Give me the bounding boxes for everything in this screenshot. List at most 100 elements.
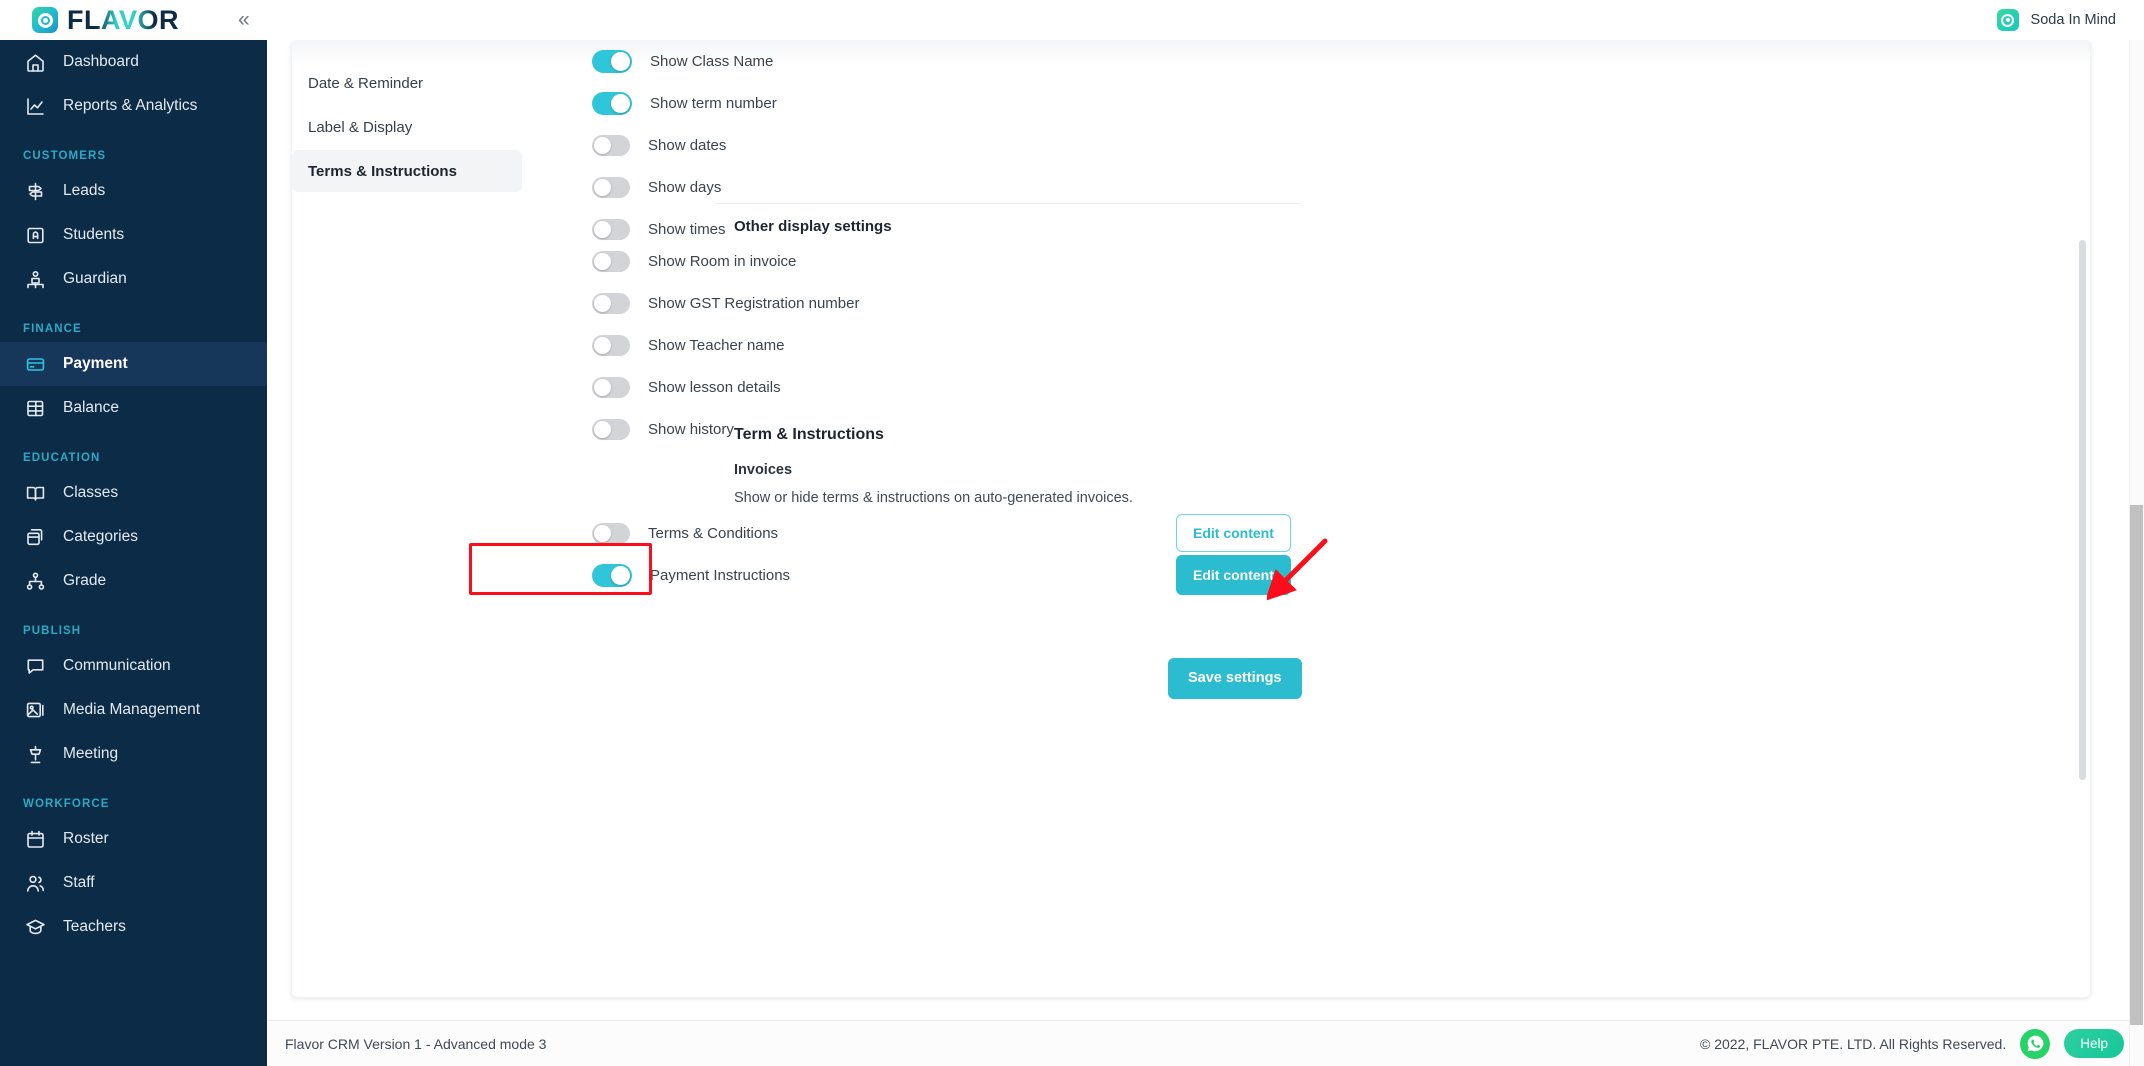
help-button[interactable]: Help <box>2064 1029 2124 1058</box>
sidebar-item-label: Meeting <box>63 745 119 762</box>
brand-wordmark: FLAVOR <box>67 4 179 35</box>
sidebar-item-label: Balance <box>63 399 120 416</box>
toggle-label: Show days <box>648 178 722 196</box>
toggle-row: Show dates <box>522 124 1522 166</box>
soda-in-mind-logo-icon <box>1996 9 2019 31</box>
toggle-switch[interactable] <box>592 176 630 198</box>
toggle-row: Show Teacher name <box>522 324 1522 366</box>
toggle-switch[interactable] <box>592 49 632 73</box>
subnav-item-terms-instructions[interactable]: Terms & Instructions <box>292 150 522 192</box>
sidebar-item-meeting[interactable]: Meeting <box>0 732 267 776</box>
terms-heading: Term & Instructions <box>734 426 884 443</box>
sidebar-item-reports-analytics[interactable]: Reports & Analytics <box>0 84 267 128</box>
hierarchy-icon <box>25 571 46 592</box>
brand-logo[interactable]: FLAVOR <box>32 0 179 40</box>
edit-content-row: Edit content <box>1176 554 1376 596</box>
sidebar-item-label: Classes <box>63 484 119 501</box>
edit-content-row: Edit content <box>1176 512 1376 554</box>
sidebar-item-dashboard[interactable]: Dashboard <box>0 40 267 84</box>
image-icon <box>25 700 46 721</box>
signpost-icon <box>25 181 46 202</box>
sidebar-item-guardian[interactable]: Guardian <box>0 257 267 301</box>
sidebar-item-roster[interactable]: Roster <box>0 817 267 861</box>
footer-version-text: Flavor CRM Version 1 - Advanced mode 3 <box>285 1035 547 1052</box>
toggle-label: Show Teacher name <box>648 336 785 354</box>
sidebar-item-payment[interactable]: Payment <box>0 342 267 386</box>
toggle-switch[interactable] <box>592 334 630 356</box>
account-menu[interactable]: Soda In Mind <box>1996 0 2116 40</box>
sidebar-collapse-icon[interactable]: « <box>238 8 250 32</box>
home-icon <box>25 52 46 73</box>
boxes-icon <box>25 527 46 548</box>
sidebar-group-customers: CUSTOMERS <box>23 150 107 162</box>
sidebar-item-label: Teachers <box>63 918 126 935</box>
toggle-label: Show Room in invoice <box>648 252 797 270</box>
top-bar: FLAVOR « Soda In Mind <box>0 0 2144 40</box>
podium-icon <box>25 744 46 765</box>
sidebar-item-label: Roster <box>63 830 109 847</box>
credit-card-icon <box>25 354 46 375</box>
settings-card: Date & Reminder Label & Display Terms & In… <box>291 40 2091 998</box>
sidebar-item-label: Grade <box>63 572 107 589</box>
sidebar-item-communication[interactable]: Communication <box>0 644 267 688</box>
footer-copyright: © 2022, FLAVOR PTE. LTD. All Rights Rese… <box>1699 1035 2007 1052</box>
sidebar-item-label: Leads <box>63 182 106 199</box>
whatsapp-icon[interactable] <box>2020 1028 2051 1059</box>
sidebar-item-label: Categories <box>63 528 138 545</box>
toggle-switch[interactable] <box>592 522 630 544</box>
edit-content-button-column: Edit content Edit content <box>1176 512 1376 596</box>
toggle-label: Show Class Name <box>650 52 774 70</box>
sidebar-item-label: Students <box>63 226 125 243</box>
toggle-row: Show term number <box>522 82 1522 124</box>
sidebar-item-staff[interactable]: Staff <box>0 861 267 905</box>
chart-line-icon <box>25 96 46 117</box>
main-content: Date & Reminder Label & Display Terms & In… <box>267 40 2144 1066</box>
edit-content-button-2[interactable]: Edit content <box>1176 555 1291 595</box>
page-scrollbar-thumb[interactable] <box>2130 505 2143 1025</box>
calendar-icon <box>25 829 46 850</box>
invoices-heading: Invoices <box>734 462 793 478</box>
save-settings-button[interactable]: Save settings <box>1168 658 1302 699</box>
sidebar-item-students[interactable]: Students <box>0 213 267 257</box>
sidebar-item-label: Guardian <box>63 270 127 287</box>
other-display-heading: Other display settings <box>734 218 892 235</box>
sidebar-item-categories[interactable]: Categories <box>0 515 267 559</box>
card-scrollbar-thumb[interactable] <box>2079 240 2086 780</box>
toggle-switch[interactable] <box>592 292 630 314</box>
sidebar-item-teachers[interactable]: Teachers <box>0 905 267 949</box>
sidebar-group-publish: PUBLISH <box>23 625 82 637</box>
toggle-switch[interactable] <box>592 563 632 587</box>
subnav-item-label-display[interactable]: Label & Display <box>292 106 522 148</box>
guardian-icon <box>25 269 46 290</box>
toggle-label: Show GST Registration number <box>648 294 860 312</box>
toggle-switch[interactable] <box>592 250 630 272</box>
toggle-label: Show dates <box>648 136 727 154</box>
sidebar-item-balance[interactable]: Balance <box>0 386 267 430</box>
toggle-label: Payment Instructions <box>650 566 791 584</box>
id-card-icon <box>25 225 46 246</box>
subnav-item-date-reminder[interactable]: Date & Reminder <box>292 62 522 104</box>
page-scrollbar-track[interactable] <box>2129 40 2144 1066</box>
sidebar-item-label: Communication <box>63 657 171 674</box>
sidebar-group-finance: FINANCE <box>23 323 82 335</box>
sidebar-item-media-management[interactable]: Media Management <box>0 688 267 732</box>
toggle-switch[interactable] <box>592 134 630 156</box>
toggle-switch[interactable] <box>592 91 632 115</box>
sidebar-group-workforce: WORKFORCE <box>23 798 110 810</box>
sidebar-item-grade[interactable]: Grade <box>0 559 267 603</box>
edit-content-button-1[interactable]: Edit content <box>1176 514 1291 552</box>
book-open-icon <box>25 483 46 504</box>
sidebar-item-label: Media Management <box>63 701 200 718</box>
toggle-switch[interactable] <box>592 218 630 240</box>
ledger-icon <box>25 398 46 419</box>
display-toggle-list: Show Class Name Show term number Show date… <box>522 40 1522 250</box>
graduation-cap-icon <box>25 917 46 938</box>
sidebar-item-leads[interactable]: Leads <box>0 169 267 213</box>
chat-bubble-icon <box>25 656 46 677</box>
sidebar-item-label: Staff <box>63 874 95 891</box>
settings-subnav: Date & Reminder Label & Display Terms & In… <box>292 62 522 194</box>
toggle-switch[interactable] <box>592 376 630 398</box>
sidebar-item-classes[interactable]: Classes <box>0 471 267 515</box>
toggle-switch[interactable] <box>592 418 630 440</box>
toggle-row: Show GST Registration number <box>522 282 1522 324</box>
